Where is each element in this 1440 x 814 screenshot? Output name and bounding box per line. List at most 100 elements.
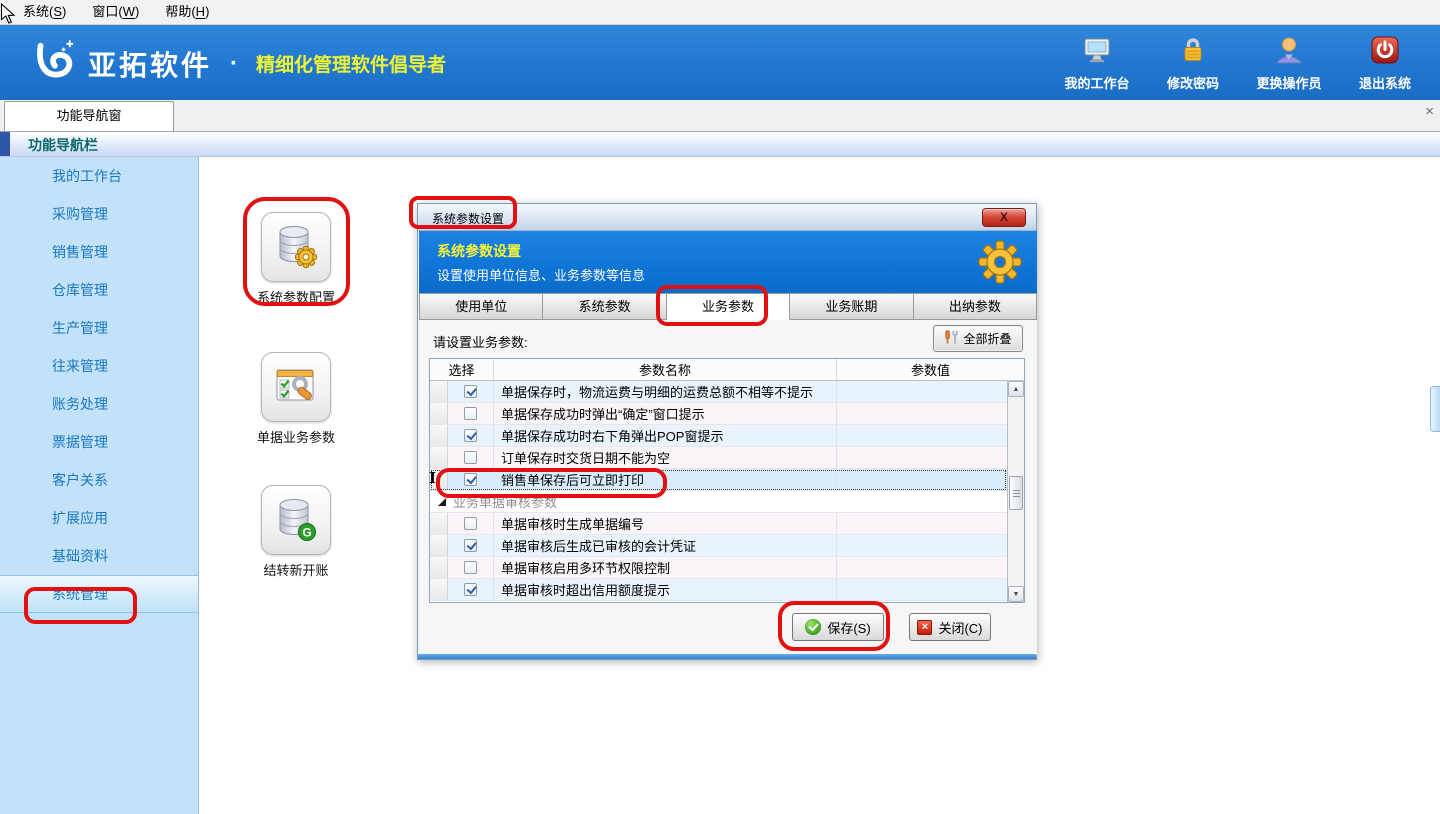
dialog-tab[interactable]: 业务参数 bbox=[667, 293, 790, 320]
banner-actions: 我的工作台修改密码更换操作员退出系统 bbox=[1056, 35, 1426, 92]
collapse-all-button[interactable]: 全部折叠 bbox=[933, 325, 1023, 352]
select-cell[interactable] bbox=[448, 469, 494, 490]
param-row[interactable]: 单据保存成功时右下角弹出POP窗提示 bbox=[430, 425, 1007, 447]
scroll-down-icon[interactable]: ▼ bbox=[1008, 586, 1024, 602]
scroll-up-icon[interactable]: ▲ bbox=[1008, 381, 1024, 397]
nav-header-bar: 功能导航栏 bbox=[0, 131, 1440, 157]
row-gutter bbox=[430, 469, 448, 490]
param-value[interactable] bbox=[837, 403, 1007, 424]
brand-slogan: 精细化管理软件倡导者 bbox=[256, 50, 446, 77]
shortcut-system-param-config[interactable]: 系统参数配置 bbox=[226, 212, 366, 306]
param-row[interactable]: 单据保存时，物流运费与明细的运费总额不相等不提示 bbox=[430, 381, 1007, 403]
param-checkbox[interactable] bbox=[464, 473, 477, 486]
shortcut-doc-business-params[interactable]: 单据业务参数 bbox=[226, 352, 366, 446]
checklist-wrench-icon[interactable] bbox=[261, 352, 331, 422]
param-value[interactable] bbox=[837, 535, 1007, 556]
shortcut-carry-forward-account[interactable]: G 结转新开账 bbox=[226, 485, 366, 579]
power-icon bbox=[1370, 35, 1400, 70]
param-row[interactable]: 单据审核启用多环节权限控制 bbox=[430, 557, 1007, 579]
param-name: 单据审核时生成单据编号 bbox=[494, 513, 837, 534]
param-checkbox[interactable] bbox=[464, 407, 477, 420]
param-value[interactable] bbox=[837, 381, 1007, 402]
param-value[interactable] bbox=[837, 469, 1007, 490]
dialog-content: 请设置业务参数: 全部折叠 选择 参数名称 参数值 单据保存时，物流运费与明细的… bbox=[419, 320, 1037, 655]
sidebar-item[interactable]: 往来管理 bbox=[0, 347, 198, 385]
param-checkbox[interactable] bbox=[464, 561, 477, 574]
document-tab-strip: 功能导航窗 × bbox=[0, 100, 1440, 131]
vertical-scrollbar[interactable]: ▲ ▼ bbox=[1007, 381, 1024, 602]
sidebar-item[interactable]: 扩展应用 bbox=[0, 499, 198, 537]
sidebar-item[interactable]: 系统管理 bbox=[0, 575, 198, 613]
select-cell[interactable] bbox=[448, 535, 494, 556]
select-cell[interactable] bbox=[448, 403, 494, 424]
dialog-title-bar[interactable]: 系统参数设置 X bbox=[418, 204, 1036, 231]
dialog-tab[interactable]: 系统参数 bbox=[543, 293, 666, 320]
database-renew-icon[interactable]: G bbox=[261, 485, 331, 555]
param-checkbox[interactable] bbox=[464, 451, 477, 464]
param-checkbox[interactable] bbox=[464, 539, 477, 552]
param-group-row[interactable]: 业务单据审核参数 bbox=[430, 491, 1007, 513]
menubar-item[interactable]: 帮助(H) bbox=[152, 0, 222, 25]
sidebar-item[interactable]: 基础资料 bbox=[0, 537, 198, 575]
menubar-item[interactable]: 窗口(W) bbox=[79, 0, 152, 25]
param-checkbox[interactable] bbox=[464, 429, 477, 442]
close-button[interactable]: × 关闭(C) bbox=[909, 613, 991, 641]
param-row[interactable]: 单据保存成功时弹出“确定”窗口提示 bbox=[430, 403, 1007, 425]
param-value[interactable] bbox=[837, 557, 1007, 578]
expander-icon[interactable] bbox=[438, 498, 446, 506]
save-button[interactable]: 保存(S) bbox=[792, 613, 884, 641]
right-edge-handle[interactable] bbox=[1430, 386, 1440, 432]
param-name: 单据保存时，物流运费与明细的运费总额不相等不提示 bbox=[494, 381, 837, 402]
select-cell[interactable] bbox=[448, 513, 494, 534]
sidebar-item[interactable]: 仓库管理 bbox=[0, 271, 198, 309]
param-row[interactable]: 单据审核时超出信用额度提示 bbox=[430, 579, 1007, 601]
sidebar-item[interactable]: 我的工作台 bbox=[0, 157, 198, 195]
sidebar-item[interactable]: 采购管理 bbox=[0, 195, 198, 233]
param-row[interactable]: 单据审核时生成单据编号 bbox=[430, 513, 1007, 535]
param-row[interactable]: 订单保存时交货日期不能为空 bbox=[430, 447, 1007, 469]
sidebar-item[interactable]: 客户关系 bbox=[0, 461, 198, 499]
sidebar-item[interactable]: 生产管理 bbox=[0, 309, 198, 347]
param-checkbox[interactable] bbox=[464, 583, 477, 596]
dialog-close-button[interactable]: X bbox=[982, 208, 1026, 227]
banner-action-lock[interactable]: 修改密码 bbox=[1152, 35, 1234, 92]
brand-separator: · bbox=[230, 50, 238, 78]
collapse-all-label: 全部折叠 bbox=[963, 330, 1011, 347]
dialog-tab[interactable]: 业务账期 bbox=[790, 293, 913, 320]
menubar-item[interactable]: 系统(S) bbox=[10, 0, 79, 25]
banner-action-power[interactable]: 退出系统 bbox=[1344, 35, 1426, 92]
brand-name: 亚拓软件 bbox=[88, 44, 212, 84]
sidebar-item[interactable]: 销售管理 bbox=[0, 233, 198, 271]
banner-action-operator[interactable]: 更换操作员 bbox=[1248, 35, 1330, 92]
select-cell[interactable] bbox=[448, 447, 494, 468]
tab-function-navigation[interactable]: 功能导航窗 bbox=[4, 101, 174, 131]
dialog-tab[interactable]: 出纳参数 bbox=[914, 293, 1037, 320]
select-cell[interactable] bbox=[448, 425, 494, 446]
param-value[interactable] bbox=[837, 447, 1007, 468]
param-value[interactable] bbox=[837, 513, 1007, 534]
param-row[interactable]: 销售单保存后可立即打印 bbox=[430, 469, 1007, 491]
select-cell[interactable] bbox=[448, 579, 494, 600]
function-nav-sidebar: 我的工作台采购管理销售管理仓库管理生产管理往来管理账务处理票据管理客户关系扩展应… bbox=[0, 157, 199, 814]
param-checkbox[interactable] bbox=[464, 385, 477, 398]
database-gear-icon[interactable] bbox=[261, 212, 331, 282]
param-checkbox[interactable] bbox=[464, 517, 477, 530]
param-value[interactable] bbox=[837, 425, 1007, 446]
lock-icon bbox=[1178, 35, 1208, 70]
select-cell[interactable] bbox=[448, 557, 494, 578]
param-row[interactable]: 单据审核后生成已审核的会计凭证 bbox=[430, 535, 1007, 557]
banner-action-label: 退出系统 bbox=[1359, 73, 1411, 92]
app-banner: 亚拓软件 · 精细化管理软件倡导者 我的工作台修改密码更换操作员退出系统 bbox=[0, 25, 1440, 100]
dialog-tab[interactable]: 使用单位 bbox=[419, 293, 543, 320]
sidebar-item[interactable]: 账务处理 bbox=[0, 385, 198, 423]
param-name: 单据审核启用多环节权限控制 bbox=[494, 557, 837, 578]
close-icon[interactable]: × bbox=[1425, 104, 1434, 119]
param-name: 单据审核后生成已审核的会计凭证 bbox=[494, 535, 837, 556]
param-value[interactable] bbox=[837, 579, 1007, 600]
banner-action-workstation[interactable]: 我的工作台 bbox=[1056, 35, 1138, 92]
sidebar-item[interactable]: 票据管理 bbox=[0, 423, 198, 461]
scrollbar-thumb[interactable] bbox=[1009, 476, 1023, 510]
svg-text:G: G bbox=[302, 526, 311, 540]
dialog-header-banner: 系统参数设置 设置使用单位信息、业务参数等信息 bbox=[419, 231, 1037, 293]
select-cell[interactable] bbox=[448, 381, 494, 402]
